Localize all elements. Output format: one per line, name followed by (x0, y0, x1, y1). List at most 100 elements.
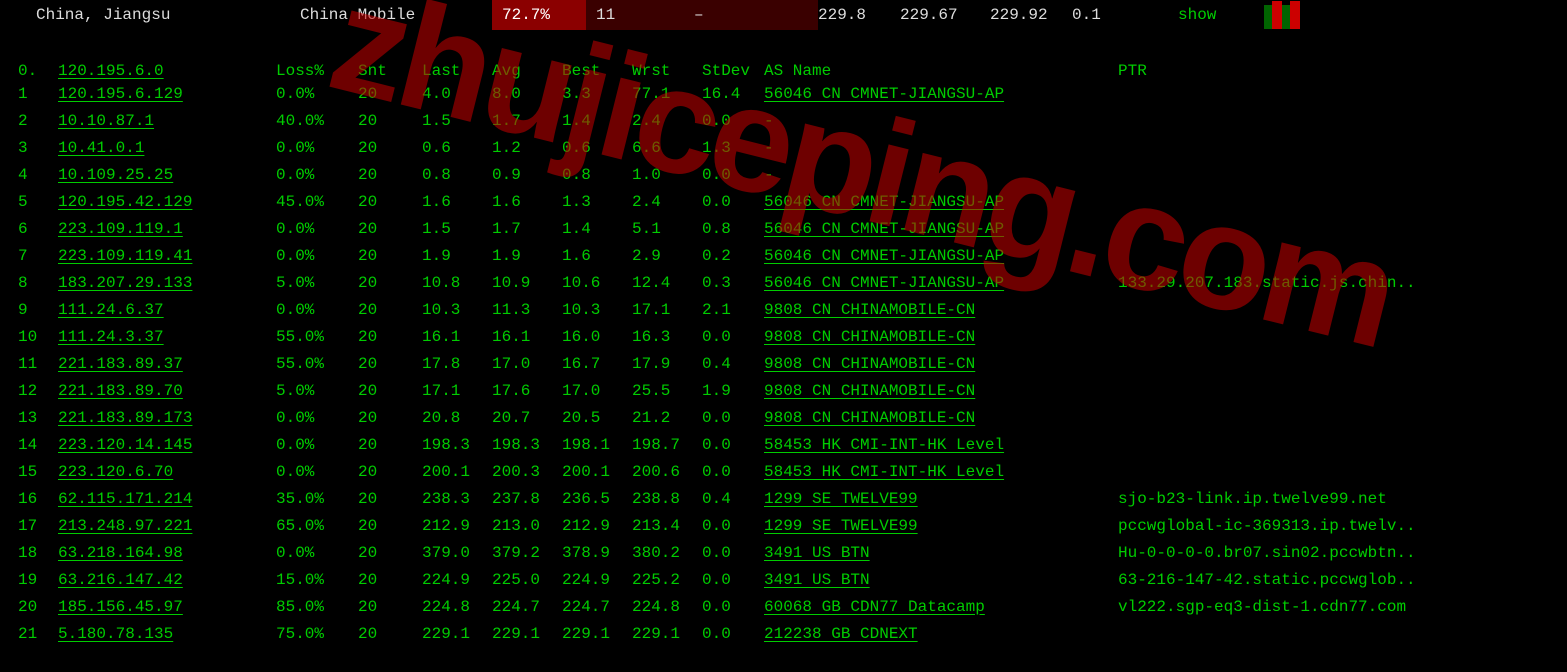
as-link[interactable]: 56046 CN CMNET-JIANGSU-AP (764, 220, 1004, 238)
as-link[interactable]: 9808 CN CHINAMOBILE-CN (764, 409, 975, 427)
hop-ip-link[interactable]: 120.195.42.129 (58, 193, 192, 211)
hop-ip-link[interactable]: 120.195.6.129 (58, 85, 183, 103)
hop-loss: 5.0% (276, 382, 358, 400)
hop-last: 4.0 (422, 85, 492, 103)
hop-ip-link[interactable]: 221.183.89.37 (58, 355, 183, 373)
as-link[interactable]: 60068 GB CDN77 Datacamp (764, 598, 985, 616)
avg-value: 229.67 (900, 6, 990, 24)
as-link[interactable]: 56046 CN CMNET-JIANGSU-AP (764, 85, 1004, 103)
hop-loss: 40.0% (276, 112, 358, 130)
hop-snt: 20 (358, 625, 422, 643)
hop-loss: 5.0% (276, 274, 358, 292)
hop-ip-link[interactable]: 223.109.119.41 (58, 247, 192, 265)
hop-number: 18 (18, 544, 58, 562)
hop-ip-link[interactable]: 185.156.45.97 (58, 598, 183, 616)
table-row: 9111.24.6.370.0%2010.311.310.317.12.1980… (0, 296, 1567, 323)
hop-loss: 0.0% (276, 166, 358, 184)
hop-ip-link[interactable]: 221.183.89.70 (58, 382, 183, 400)
hop-number: 16 (18, 490, 58, 508)
show-button[interactable]: show (1178, 6, 1264, 24)
hop-last: 17.8 (422, 355, 492, 373)
header-hop: 0. (18, 62, 58, 80)
hop-wrst: 238.8 (632, 490, 702, 508)
as-link[interactable]: 9808 CN CHINAMOBILE-CN (764, 382, 975, 400)
hop-stdev: 0.0 (702, 328, 764, 346)
hop-number: 14 (18, 436, 58, 454)
header-snt: Snt (358, 62, 422, 80)
hop-wrst: 380.2 (632, 544, 702, 562)
as-link[interactable]: 3491 US BTN (764, 544, 870, 562)
hop-last: 10.3 (422, 301, 492, 319)
hop-loss: 65.0% (276, 517, 358, 535)
hop-snt: 20 (358, 436, 422, 454)
stdev-value: 0.1 (1072, 6, 1178, 24)
hop-best: 16.0 (562, 328, 632, 346)
hop-stdev: 0.0 (702, 517, 764, 535)
hop-stdev: 0.0 (702, 436, 764, 454)
hop-wrst: 1.0 (632, 166, 702, 184)
bar-icon (1290, 1, 1300, 29)
hop-avg: 1.9 (492, 247, 562, 265)
hop-wrst: 2.9 (632, 247, 702, 265)
hop-ip-link[interactable]: 63.218.164.98 (58, 544, 183, 562)
hop-ip-link[interactable]: 63.216.147.42 (58, 571, 183, 589)
as-link[interactable]: 56046 CN CMNET-JIANGSU-AP (764, 247, 1004, 265)
hop-ip-link[interactable]: 111.24.6.37 (58, 301, 164, 319)
hop-loss: 35.0% (276, 490, 358, 508)
hop-ip-link[interactable]: 223.120.14.145 (58, 436, 192, 454)
as-link[interactable]: 9808 CN CHINAMOBILE-CN (764, 301, 975, 319)
table-row: 1662.115.171.21435.0%20238.3237.8236.523… (0, 485, 1567, 512)
hop-avg: 17.0 (492, 355, 562, 373)
hop-ip-link[interactable]: 221.183.89.173 (58, 409, 192, 427)
hop-loss: 0.0% (276, 544, 358, 562)
as-link[interactable]: 3491 US BTN (764, 571, 870, 589)
hop-wrst: 5.1 (632, 220, 702, 238)
as-link[interactable]: 56046 CN CMNET-JIANGSU-AP (764, 193, 1004, 211)
hop-last: 1.5 (422, 220, 492, 238)
as-link[interactable]: 56046 CN CMNET-JIANGSU-AP (764, 274, 1004, 292)
hop-ip-link[interactable]: 183.207.29.133 (58, 274, 192, 292)
hop-stdev: 1.3 (702, 139, 764, 157)
hop-ip-link[interactable]: 10.10.87.1 (58, 112, 154, 130)
hop-asname: 56046 CN CMNET-JIANGSU-AP (764, 220, 1118, 238)
hop-last: 379.0 (422, 544, 492, 562)
hop-snt: 20 (358, 571, 422, 589)
hop-last: 0.6 (422, 139, 492, 157)
as-link[interactable]: 1299 SE TWELVE99 (764, 490, 918, 508)
as-link[interactable]: 9808 CN CHINAMOBILE-CN (764, 328, 975, 346)
hop-stdev: 0.2 (702, 247, 764, 265)
hop-ip-link[interactable]: 223.109.119.1 (58, 220, 183, 238)
hop-ip-link[interactable]: 10.41.0.1 (58, 139, 144, 157)
table-row: 17213.248.97.22165.0%20212.9213.0212.921… (0, 512, 1567, 539)
hop-best: 10.6 (562, 274, 632, 292)
bar-icon (1282, 5, 1290, 29)
hop-best: 224.7 (562, 598, 632, 616)
header-ip[interactable]: 120.195.6.0 (58, 62, 164, 80)
hop-ptr: Hu-0-0-0-0.br07.sin02.pccwbtn.. (1118, 544, 1567, 562)
hop-ip-link[interactable]: 111.24.3.37 (58, 328, 164, 346)
hop-ip-link[interactable]: 223.120.6.70 (58, 463, 173, 481)
table-row: 1963.216.147.4215.0%20224.9225.0224.9225… (0, 566, 1567, 593)
hop-stdev: 0.0 (702, 166, 764, 184)
hop-asname: 56046 CN CMNET-JIANGSU-AP (764, 193, 1118, 211)
as-link[interactable]: 212238 GB CDNEXT (764, 625, 918, 643)
hop-snt: 20 (358, 409, 422, 427)
hop-wrst: 21.2 (632, 409, 702, 427)
hop-loss: 0.0% (276, 463, 358, 481)
as-link[interactable]: 58453 HK CMI-INT-HK Level (764, 436, 1004, 454)
hop-ip-link[interactable]: 10.109.25.25 (58, 166, 173, 184)
hop-ip-link[interactable]: 5.180.78.135 (58, 625, 173, 643)
hop-asname: 9808 CN CHINAMOBILE-CN (764, 301, 1118, 319)
as-link[interactable]: 58453 HK CMI-INT-HK Level (764, 463, 1004, 481)
table-row: 15223.120.6.700.0%20200.1200.3200.1200.6… (0, 458, 1567, 485)
hop-ip-link[interactable]: 213.248.97.221 (58, 517, 192, 535)
dash-badge: – (690, 0, 818, 30)
hop-stdev: 0.8 (702, 220, 764, 238)
hop-ip-link[interactable]: 62.115.171.214 (58, 490, 192, 508)
hop-loss: 0.0% (276, 220, 358, 238)
hop-best: 1.6 (562, 247, 632, 265)
hop-number: 2 (18, 112, 58, 130)
as-link[interactable]: 9808 CN CHINAMOBILE-CN (764, 355, 975, 373)
hop-avg: 200.3 (492, 463, 562, 481)
as-link[interactable]: 1299 SE TWELVE99 (764, 517, 918, 535)
